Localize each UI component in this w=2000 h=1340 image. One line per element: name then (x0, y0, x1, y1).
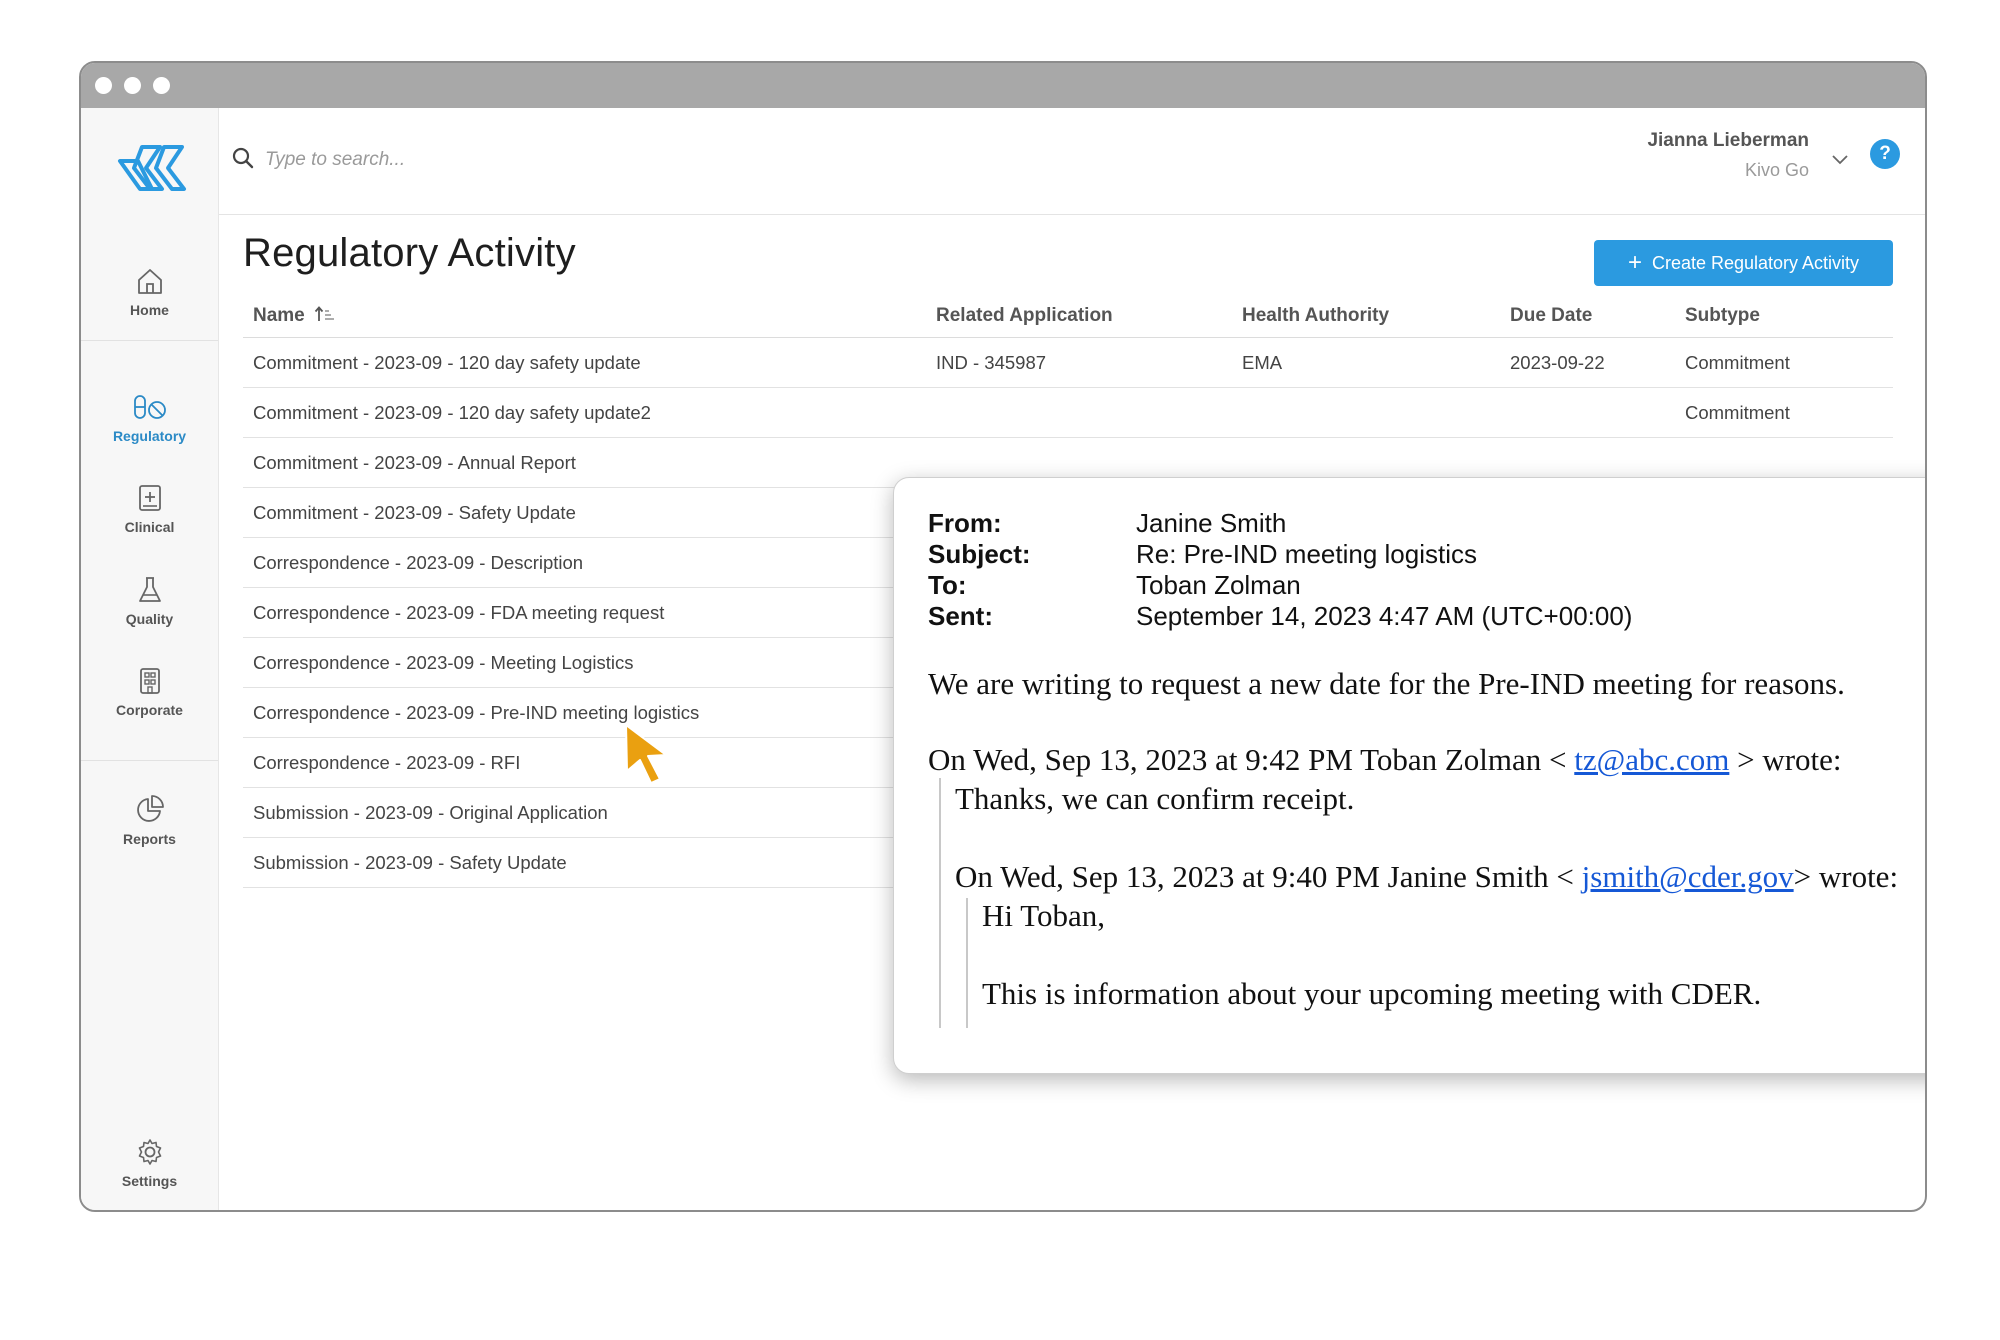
email-subject: Subject: Re: Pre-IND meeting logistics (928, 539, 1477, 570)
flask-icon (138, 577, 161, 602)
sidebar-item-regulatory[interactable]: Regulatory (81, 392, 218, 444)
quote2-header: On Wed, Sep 13, 2023 at 9:40 PM Janine S… (955, 859, 1898, 895)
sidebar-item-corporate[interactable]: Corporate (81, 666, 218, 718)
quote1-header: On Wed, Sep 13, 2023 at 9:42 PM Toban Zo… (928, 742, 1842, 778)
cell-subtype: Commitment (1675, 387, 1893, 438)
sidebar-item-label: Home (130, 302, 169, 318)
page-title: Regulatory Activity (243, 231, 576, 275)
window-minimize-button[interactable] (124, 77, 141, 94)
column-header-label: Name (253, 305, 305, 326)
window-maximize-button[interactable] (153, 77, 170, 94)
cell-name[interactable]: Submission - 2023-09 - Original Applicat… (243, 787, 926, 838)
email-to-label: To: (928, 570, 967, 600)
quote2-prefix: On Wed, Sep 13, 2023 at 9:40 PM Janine S… (955, 859, 1582, 894)
kivo-logo[interactable] (116, 141, 188, 193)
email-from-label: From: (928, 508, 1002, 538)
cell-subtype: Commitment (1675, 337, 1893, 388)
column-header-due-date[interactable]: Due Date (1500, 295, 1675, 338)
help-button[interactable]: ? (1870, 139, 1900, 169)
email-subject-label: Subject: (928, 539, 1031, 569)
search-icon (232, 147, 254, 169)
sidebar-item-label: Corporate (116, 702, 183, 718)
cell-related-application: IND - 345987 (926, 337, 1232, 388)
cell-related-application (926, 387, 1232, 438)
gear-icon (138, 1139, 161, 1165)
app-window: Home Regulatory Clinical Quality Corpora… (79, 61, 1927, 1212)
email-from-value: Janine Smith (1136, 508, 1287, 538)
table-row[interactable]: Commitment - 2023-09 - 120 day safety up… (243, 387, 1893, 438)
cell-due-date: 2023-09-22 (1500, 337, 1675, 388)
search-input[interactable] (263, 144, 767, 176)
cell-name[interactable]: Commitment - 2023-09 - Annual Report (243, 437, 926, 488)
cell-name[interactable]: Correspondence - 2023-09 - FDA meeting r… (243, 587, 926, 638)
column-header-name[interactable]: Name (243, 295, 926, 338)
top-bar: Jianna Lieberman Kivo Go ? (219, 108, 1925, 215)
quote2-body: This is information about your upcoming … (982, 976, 1762, 1011)
table-row[interactable]: Commitment - 2023-09 - 120 day safety up… (243, 337, 1893, 388)
cell-name[interactable]: Correspondence - 2023-09 - Meeting Logis… (243, 637, 926, 688)
sidebar-item-reports[interactable]: Reports (81, 793, 218, 847)
create-button-label: Create Regulatory Activity (1651, 252, 1860, 273)
email-body: We are writing to request a new date for… (928, 666, 1845, 701)
building-icon (139, 668, 160, 694)
email-subject-value: Re: Pre-IND meeting logistics (1136, 539, 1477, 569)
chevron-down-icon[interactable] (1831, 154, 1849, 166)
cell-due-date (1500, 387, 1675, 438)
sidebar-item-quality[interactable]: Quality (81, 575, 218, 627)
create-regulatory-activity-button[interactable]: + Create Regulatory Activity (1594, 240, 1893, 286)
window-close-button[interactable] (95, 77, 112, 94)
sidebar-divider (81, 760, 218, 761)
sidebar-item-label: Quality (125, 611, 174, 627)
quote2-greeting: Hi Toban, (982, 898, 1105, 933)
user-org: Kivo Go (1744, 160, 1809, 180)
quote2-suffix: > wrote: (1793, 859, 1899, 894)
sidebar-item-label: Reports (123, 831, 176, 847)
sidebar-item-home[interactable]: Home (81, 266, 218, 318)
cell-name[interactable]: Correspondence - 2023-09 - Pre-IND meeti… (243, 687, 926, 738)
window-titlebar (81, 63, 1925, 108)
email-preview-popup: From: Janine Smith Subject: Re: Pre-IND me… (893, 477, 1925, 1074)
email-to-value: Toban Zolman (1136, 570, 1301, 600)
quote2-email-link[interactable]: jsmith@cder.gov (1582, 859, 1794, 894)
cell-health-authority: EMA (1232, 337, 1500, 388)
cell-name[interactable]: Commitment - 2023-09 - 120 day safety up… (243, 337, 926, 388)
column-header-health-authority[interactable]: Health Authority (1232, 295, 1500, 338)
quote1-suffix: > wrote: (1729, 742, 1842, 777)
table-header-row: Name Related Application Health Authorit… (243, 295, 1893, 338)
pie-chart-icon (136, 795, 164, 822)
sidebar-divider (81, 340, 218, 341)
cell-name[interactable]: Correspondence - 2023-09 - RFI (243, 737, 926, 788)
clinical-icon (138, 485, 161, 511)
column-header-related-application[interactable]: Related Application (926, 295, 1232, 338)
column-header-subtype[interactable]: Subtype (1675, 295, 1893, 338)
quote1-prefix: On Wed, Sep 13, 2023 at 9:42 PM Toban Zo… (928, 742, 1575, 777)
plus-icon: + (1627, 249, 1642, 276)
email-from: From: Janine Smith (928, 508, 1286, 539)
sidebar: Home Regulatory Clinical Quality Corpora… (81, 108, 219, 1210)
sidebar-item-label: Regulatory (112, 428, 187, 444)
email-sent: Sent: September 14, 2023 4:47 AM (UTC+00:… (928, 601, 1632, 632)
sort-ascending-icon[interactable] (314, 305, 336, 323)
sidebar-item-label: Clinical (124, 519, 175, 535)
regulatory-icon (133, 395, 166, 419)
mouse-cursor-icon (625, 724, 667, 784)
user-name[interactable]: Jianna Lieberman (1647, 130, 1809, 152)
email-to: To: Toban Zolman (928, 570, 1301, 601)
cell-name[interactable]: Submission - 2023-09 - Safety Update (243, 837, 926, 888)
cell-name[interactable]: Commitment - 2023-09 - 120 day safety up… (243, 387, 926, 438)
quote1-body: Thanks, we can confirm receipt. (955, 781, 1355, 816)
email-sent-value: September 14, 2023 4:47 AM (UTC+00:00) (1136, 601, 1633, 631)
sidebar-item-clinical[interactable]: Clinical (81, 483, 218, 535)
cell-health-authority (1232, 387, 1500, 438)
quote1-email-link[interactable]: tz@abc.com (1574, 742, 1729, 777)
home-icon (137, 269, 162, 294)
email-sent-label: Sent: (928, 601, 993, 631)
quote2-bar (966, 898, 968, 1028)
quote1-bar (939, 778, 941, 1028)
sidebar-item-label: Settings (121, 1173, 178, 1189)
sidebar-item-settings[interactable]: Settings (81, 1137, 218, 1189)
cell-name[interactable]: Commitment - 2023-09 - Safety Update (243, 487, 926, 538)
cell-name[interactable]: Correspondence - 2023-09 - Description (243, 537, 926, 588)
